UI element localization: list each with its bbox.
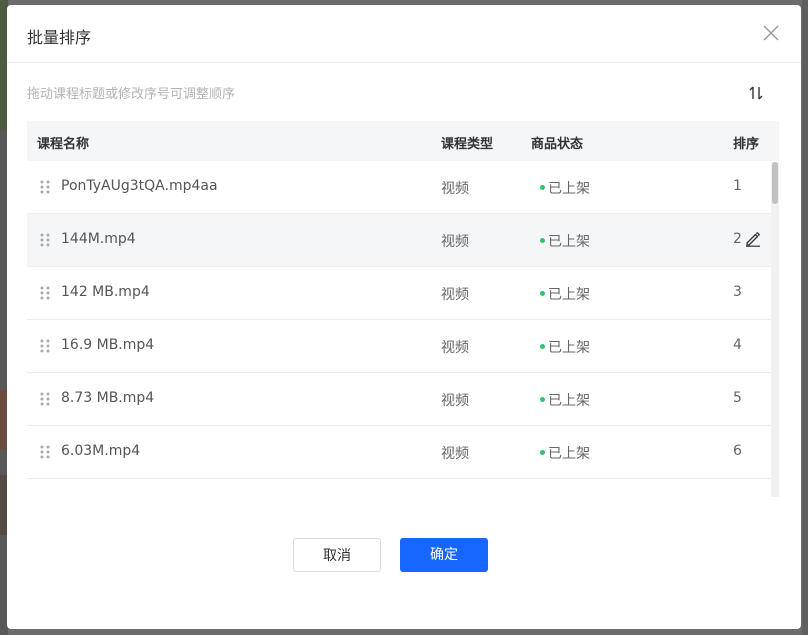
drag-handle-icon[interactable] (39, 338, 51, 354)
scrollbar-track[interactable] (771, 162, 779, 497)
status-dot (540, 290, 545, 296)
status-dot (540, 449, 545, 455)
status-text: 已上架 (548, 446, 590, 462)
status-badge: 已上架 (540, 390, 590, 410)
order-number[interactable]: 6 (733, 443, 742, 459)
table-header: 课程名称 课程类型 商品状态 排序 (27, 121, 779, 161)
cancel-button[interactable]: 取消 (293, 538, 381, 572)
drag-handle-icon[interactable] (39, 232, 51, 248)
background-page-right (802, 0, 808, 635)
drag-handle-icon[interactable] (39, 179, 51, 195)
table-row[interactable]: 8.73 MB.mp4 视频 已上架 5 (27, 373, 771, 426)
drag-handle-icon[interactable] (39, 391, 51, 407)
column-header-order: 排序 (733, 137, 760, 152)
table-row[interactable]: 144M.mp4 视频 已上架 2 (27, 214, 771, 267)
status-dot (540, 396, 545, 402)
drag-handle-icon[interactable] (39, 285, 51, 301)
course-type: 视频 (441, 446, 469, 462)
status-badge: 已上架 (540, 231, 590, 251)
status-dot (540, 184, 545, 190)
course-type: 视频 (441, 287, 469, 303)
sort-toggle-icon[interactable] (747, 84, 765, 102)
status-badge: 已上架 (540, 178, 590, 198)
table-row[interactable]: 6.03M.mp4 视频 已上架 6 (27, 426, 771, 479)
course-table: 课程名称 课程类型 商品状态 排序 PonTyAUg3tQA.mp4aa 视频 … (27, 121, 779, 497)
order-number[interactable]: 4 (733, 337, 742, 353)
course-type: 视频 (441, 340, 469, 356)
scrollbar-thumb[interactable] (772, 162, 778, 204)
drag-handle-icon[interactable] (39, 444, 51, 460)
status-text: 已上架 (548, 287, 590, 303)
dialog-header: 批量排序 (7, 5, 801, 63)
table-row[interactable]: 142 MB.mp4 视频 已上架 3 (27, 267, 771, 320)
course-name[interactable]: 142 MB.mp4 (61, 284, 150, 300)
course-type: 视频 (441, 181, 469, 197)
course-name[interactable]: 144M.mp4 (61, 231, 136, 247)
course-type: 视频 (441, 393, 469, 409)
column-header-name: 课程名称 (37, 137, 90, 152)
table-row[interactable]: PonTyAUg3tQA.mp4aa 视频 已上架 1 (27, 161, 771, 214)
status-badge: 已上架 (540, 284, 590, 304)
column-header-status: 商品状态 (531, 137, 584, 152)
batch-sort-dialog: 批量排序 拖动课程标题或修改序号可调整顺序 课程名称 课程类型 商品状态 排序 … (7, 5, 801, 629)
status-badge: 已上架 (540, 443, 590, 463)
order-number[interactable]: 3 (733, 284, 742, 300)
status-dot (540, 343, 545, 349)
status-text: 已上架 (548, 393, 590, 409)
course-name[interactable]: 16.9 MB.mp4 (61, 337, 154, 353)
course-type: 视频 (441, 234, 469, 250)
status-text: 已上架 (548, 234, 590, 250)
dialog-title: 批量排序 (27, 28, 92, 47)
order-number[interactable]: 5 (733, 390, 742, 406)
course-name[interactable]: 8.73 MB.mp4 (61, 390, 154, 406)
course-name[interactable]: 6.03M.mp4 (61, 443, 140, 459)
status-text: 已上架 (548, 181, 590, 197)
status-text: 已上架 (548, 340, 590, 356)
table-row[interactable]: 16.9 MB.mp4 视频 已上架 4 (27, 320, 771, 373)
status-dot (540, 237, 545, 243)
confirm-button[interactable]: 确定 (400, 538, 488, 572)
order-number[interactable]: 1 (733, 178, 742, 194)
course-name[interactable]: PonTyAUg3tQA.mp4aa (61, 178, 218, 194)
sort-hint: 拖动课程标题或修改序号可调整顺序 (27, 87, 236, 102)
status-badge: 已上架 (540, 337, 590, 357)
pencil-icon[interactable] (745, 231, 761, 247)
close-icon[interactable] (761, 23, 781, 43)
column-header-type: 课程类型 (441, 137, 494, 152)
order-number[interactable]: 2 (733, 231, 742, 247)
